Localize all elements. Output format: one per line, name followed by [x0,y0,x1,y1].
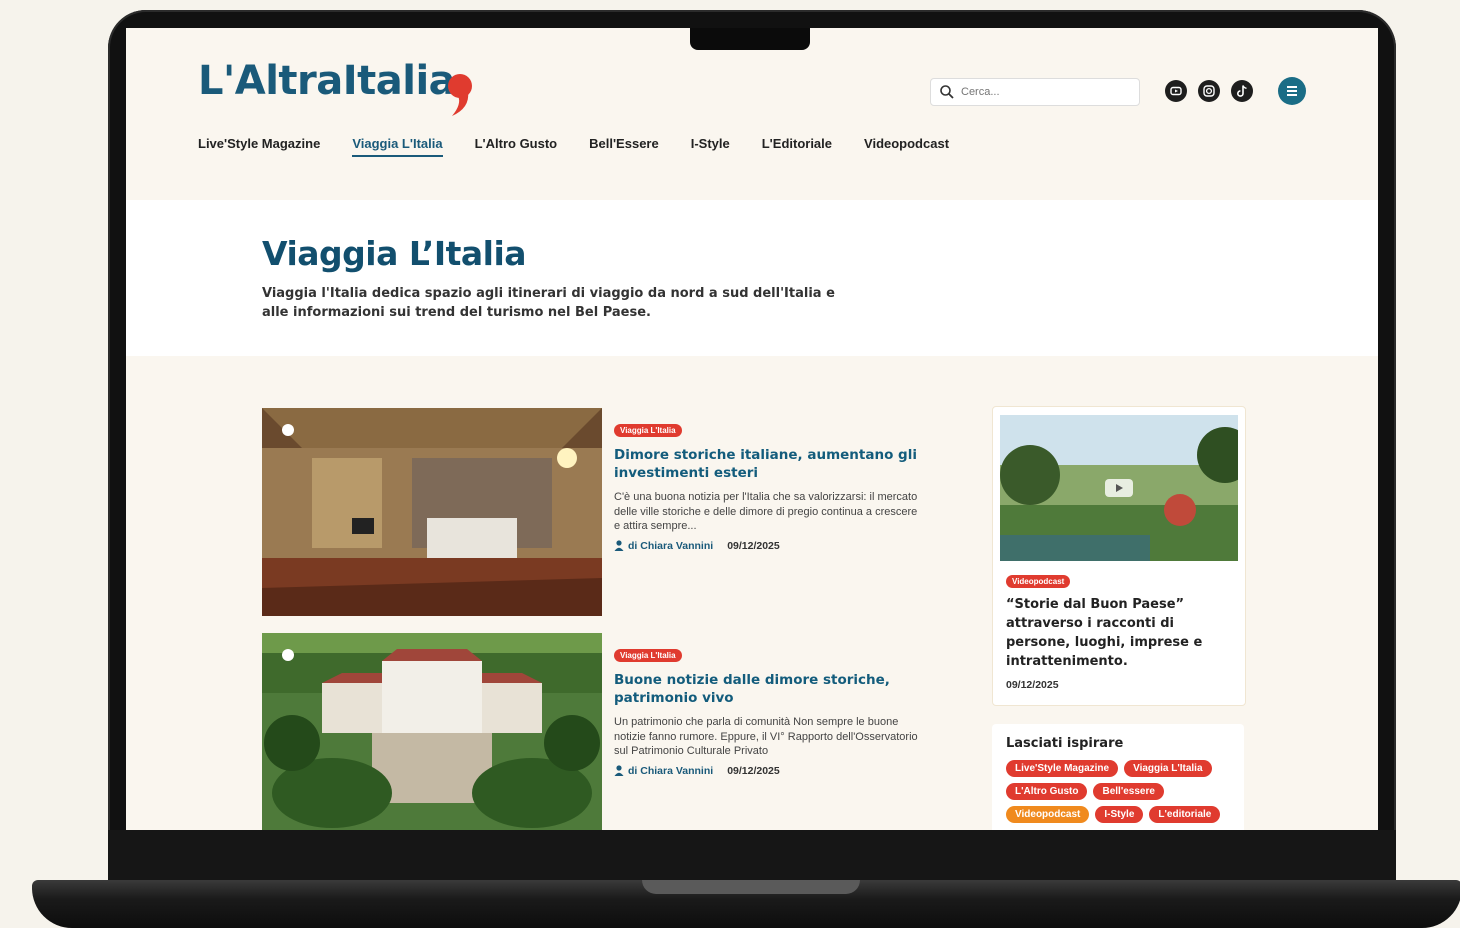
comma-logo-icon [448,74,472,116]
tag-editoriale[interactable]: L'editoriale [1149,806,1221,823]
article-author[interactable]: di Chiara Vannini [628,540,713,552]
nav-item-livestyle[interactable]: Live'Style Magazine [198,136,320,157]
video-date: 09/12/2025 [1006,679,1059,691]
search-icon [940,85,954,99]
category-badge[interactable]: Viaggia L'Italia [614,424,682,437]
article-card[interactable]: Viaggia L'Italia Dimore storiche italian… [262,408,922,616]
video-title[interactable]: “Storie dal Buon Paese” attraverso i rac… [1006,595,1234,671]
site-header: L'AltraItalia Cerca... Live'Style Magazi… [126,28,1378,200]
nav-item-viaggia[interactable]: Viaggia L'Italia [352,136,443,157]
videopodcast-card[interactable]: Videopodcast “Storie dal Buon Paese” att… [992,406,1246,706]
tag-bell-essere[interactable]: Bell'essere [1093,783,1164,800]
author-icon [614,540,624,551]
camera-notch [690,28,810,50]
inspire-title: Lasciati ispirare [1006,736,1124,751]
page-title: Viaggia L’Italia [262,234,527,273]
nav-item-editoriale[interactable]: L'Editoriale [762,136,832,157]
article-title[interactable]: Buone notizie dalle dimore storiche, pat… [614,671,924,707]
hamburger-menu-button[interactable] [1278,77,1306,105]
tag-altro-gusto[interactable]: L'Altro Gusto [1006,783,1088,800]
youtube-icon[interactable] [1165,80,1187,102]
article-card[interactable]: Viaggia L'Italia Buone notizie dalle dim… [262,633,922,830]
nav-item-i-style[interactable]: I-Style [691,136,730,157]
page-description: Viaggia l'Italia dedica spazio agli itin… [262,286,835,320]
category-badge[interactable]: Viaggia L'Italia [614,649,682,662]
tag-viaggia[interactable]: Viaggia L'Italia [1124,760,1212,777]
article-date: 09/12/2025 [727,764,780,777]
article-body: Viaggia L'Italia Dimore storiche italian… [614,420,924,552]
author-icon [614,765,624,776]
nav-item-videopodcast[interactable]: Videopodcast [864,136,949,157]
category-badge[interactable]: Videopodcast [1006,575,1071,588]
search-box[interactable] [930,78,1140,106]
video-thumbnail[interactable] [1000,415,1238,561]
article-image[interactable] [262,633,602,830]
article-meta: di Chiara Vannini 09/12/2025 [614,540,924,552]
menu-icon [1287,86,1297,96]
tag-videopodcast[interactable]: Videopodcast [1006,806,1090,823]
article-meta: di Chiara Vannini 09/12/2025 [614,765,924,777]
article-date: 09/12/2025 [727,539,780,552]
laptop-hinge [642,880,860,894]
article-body: Viaggia L'Italia Buone notizie dalle dim… [614,645,924,777]
nav-item-altro-gusto[interactable]: L'Altro Gusto [475,136,558,157]
site-logo[interactable]: L'AltraItalia [198,58,456,104]
tag-i-style[interactable]: I-Style [1095,806,1144,823]
search-input[interactable] [959,82,1133,102]
nav-item-bell-essere[interactable]: Bell'Essere [589,136,659,157]
article-author[interactable]: di Chiara Vannini [628,765,713,777]
article-excerpt: C'è una buona notizia per l'Italia che s… [614,491,918,532]
laptop-bezel [108,830,1396,882]
tiktok-icon[interactable] [1231,80,1253,102]
category-hero: Viaggia L’Italia Viaggia l'Italia dedica… [126,200,1378,356]
browser-screen: L'AltraItalia Cerca... Live'Style Magazi… [126,28,1378,830]
main-nav: Live'Style Magazine Viaggia L'Italia L'A… [198,136,981,157]
tag-livestyle[interactable]: Live'Style Magazine [1006,760,1119,777]
article-excerpt: Un patrimonio che parla di comunità Non … [614,716,918,757]
inspire-widget: Lasciati ispirare Live'Style Magazine Vi… [992,724,1244,830]
tag-list: Live'Style Magazine Viaggia L'Italia L'A… [1006,760,1242,823]
play-icon[interactable] [1105,479,1133,497]
article-image[interactable] [262,408,602,616]
instagram-icon[interactable] [1198,80,1220,102]
article-title[interactable]: Dimore storiche italiane, aumentano gli … [614,446,924,482]
